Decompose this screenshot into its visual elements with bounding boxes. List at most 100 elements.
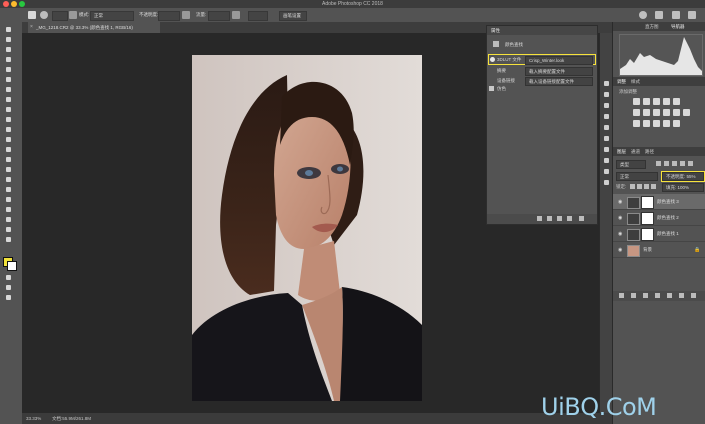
- tab-channels[interactable]: 通道: [631, 149, 640, 155]
- blur-tool-icon[interactable]: [5, 166, 13, 173]
- lock-all-icon[interactable]: [651, 184, 656, 189]
- filter-smart-object-icon[interactable]: [688, 161, 693, 166]
- brush-tool-icon[interactable]: [5, 116, 13, 123]
- pen-tool-icon[interactable]: [5, 186, 13, 193]
- visibility-icon[interactable]: [567, 216, 572, 221]
- frame-tool-icon[interactable]: [5, 86, 13, 93]
- brush-tool-icon[interactable]: [40, 11, 48, 19]
- add-mask-icon[interactable]: [643, 293, 648, 298]
- layer-style-icon[interactable]: [631, 293, 636, 298]
- photo-filter-adjustment-icon[interactable]: [663, 109, 670, 116]
- lut-file-row[interactable]: 3DLUT 文件 Crisp_Winter.look: [488, 54, 596, 65]
- paragraph-panel-icon[interactable]: [604, 136, 609, 141]
- dodge-tool-icon[interactable]: [5, 176, 13, 183]
- brightness-adjustment-icon[interactable]: [633, 98, 640, 105]
- document-tab[interactable]: × _MG_1218.CR2 @ 33.3% (颜色查找 1, RGB/16): [28, 22, 160, 33]
- threshold-adjustment-icon[interactable]: [653, 120, 660, 127]
- flow-field[interactable]: [208, 11, 230, 21]
- layer-kind-filter[interactable]: 类型: [616, 160, 646, 169]
- share-icon[interactable]: [672, 11, 680, 19]
- quick-select-tool-icon[interactable]: [5, 66, 13, 73]
- lock-image-icon[interactable]: [637, 184, 642, 189]
- posterize-adjustment-icon[interactable]: [643, 120, 650, 127]
- swatches-panel-icon[interactable]: [604, 103, 609, 108]
- brush-settings-button[interactable]: 画笔设置: [279, 11, 307, 21]
- smoothing-field[interactable]: [248, 11, 268, 21]
- device-link-row[interactable]: 设备链接 载入设备链接配置文件: [489, 76, 595, 86]
- curves-adjustment-icon[interactable]: [653, 98, 660, 105]
- background-color-swatch[interactable]: [7, 261, 17, 271]
- pressure-opacity-icon[interactable]: [182, 11, 190, 19]
- character-panel-icon[interactable]: [604, 125, 609, 130]
- actions-panel-icon[interactable]: [604, 169, 609, 174]
- view-previous-icon[interactable]: [547, 216, 552, 221]
- clip-to-layer-icon[interactable]: [537, 216, 542, 221]
- spot-heal-tool-icon[interactable]: [5, 106, 13, 113]
- close-tab-icon[interactable]: ×: [30, 24, 33, 30]
- layer-row[interactable]: ◉ 颜色查找 3: [613, 194, 705, 210]
- abstract-row[interactable]: 摘要 载入摘要配置文件: [489, 66, 595, 76]
- filter-type-icon[interactable]: [672, 161, 677, 166]
- move-tool-icon[interactable]: [5, 26, 13, 33]
- tab-histogram[interactable]: 直方图: [645, 24, 659, 30]
- device-link-select[interactable]: 载入设备链接配置文件: [525, 77, 593, 86]
- adjustment-thumbnail[interactable]: [627, 213, 640, 225]
- black-white-adjustment-icon[interactable]: [653, 109, 660, 116]
- color-balance-adjustment-icon[interactable]: [643, 109, 650, 116]
- brush-preset-picker[interactable]: [52, 11, 68, 21]
- color-panel-icon[interactable]: [604, 92, 609, 97]
- link-layers-icon[interactable]: [619, 293, 624, 298]
- hue-saturation-adjustment-icon[interactable]: [633, 109, 640, 116]
- tab-layers[interactable]: 图层: [617, 149, 626, 155]
- layer-mask-thumbnail[interactable]: [641, 196, 654, 209]
- reset-icon[interactable]: [557, 216, 562, 221]
- zoom-level[interactable]: 33.33%: [26, 416, 41, 421]
- selective-color-adjustment-icon[interactable]: [673, 120, 680, 127]
- info-panel-icon[interactable]: [604, 180, 609, 185]
- portrait-photo[interactable]: [192, 55, 422, 401]
- settings-icon[interactable]: [688, 11, 696, 19]
- history-panel-icon[interactable]: [604, 81, 609, 86]
- opacity-field[interactable]: 不透明度: 55%: [661, 171, 705, 182]
- eraser-tool-icon[interactable]: [5, 146, 13, 153]
- quick-mask-icon[interactable]: [5, 274, 13, 281]
- new-layer-icon[interactable]: [679, 293, 684, 298]
- lock-pixels-icon[interactable]: [630, 184, 635, 189]
- zoom-tool-icon[interactable]: [5, 236, 13, 243]
- adjustment-thumbnail[interactable]: [627, 229, 640, 241]
- text-tool-icon[interactable]: [5, 196, 13, 203]
- mode-select[interactable]: 正常: [90, 11, 134, 21]
- layer-thumbnail[interactable]: [627, 245, 640, 257]
- new-adjustment-icon[interactable]: [655, 293, 660, 298]
- layer-row[interactable]: ◉ 颜色查找 2: [613, 210, 705, 226]
- brush-presets-panel-icon[interactable]: [604, 114, 609, 119]
- workspace-icon[interactable]: [655, 11, 663, 19]
- adjustment-thumbnail[interactable]: [627, 197, 640, 209]
- color-lookup-adjustment-icon[interactable]: [683, 109, 690, 116]
- home-icon[interactable]: [28, 11, 36, 19]
- lasso-tool-icon[interactable]: [5, 56, 13, 63]
- delete-layer-icon[interactable]: [691, 293, 696, 298]
- rectangle-tool-icon[interactable]: [5, 216, 13, 223]
- tab-paths[interactable]: 路径: [645, 149, 654, 155]
- channel-mixer-adjustment-icon[interactable]: [673, 109, 680, 116]
- marquee-tool-icon[interactable]: [5, 46, 13, 53]
- crop-tool-icon[interactable]: [5, 76, 13, 83]
- exposure-adjustment-icon[interactable]: [663, 98, 670, 105]
- tab-styles[interactable]: 样式: [631, 79, 640, 85]
- history-brush-tool-icon[interactable]: [5, 136, 13, 143]
- dither-checkbox[interactable]: [489, 86, 494, 91]
- visibility-eye-icon[interactable]: ◉: [618, 199, 622, 205]
- screen-mode-icon[interactable]: [5, 284, 13, 291]
- lut-radio-icon[interactable]: [490, 57, 495, 62]
- fill-field[interactable]: 填充: 100%: [662, 183, 704, 192]
- edit-toolbar-icon[interactable]: [5, 294, 13, 301]
- clone-stamp-tool-icon[interactable]: [5, 126, 13, 133]
- vibrance-adjustment-icon[interactable]: [673, 98, 680, 105]
- visibility-eye-icon[interactable]: ◉: [618, 247, 622, 253]
- tab-adjustments[interactable]: 调整: [617, 79, 626, 85]
- eyedropper-tool-icon[interactable]: [5, 96, 13, 103]
- filter-pixel-icon[interactable]: [656, 161, 661, 166]
- path-select-tool-icon[interactable]: [5, 206, 13, 213]
- filter-shape-icon[interactable]: [680, 161, 685, 166]
